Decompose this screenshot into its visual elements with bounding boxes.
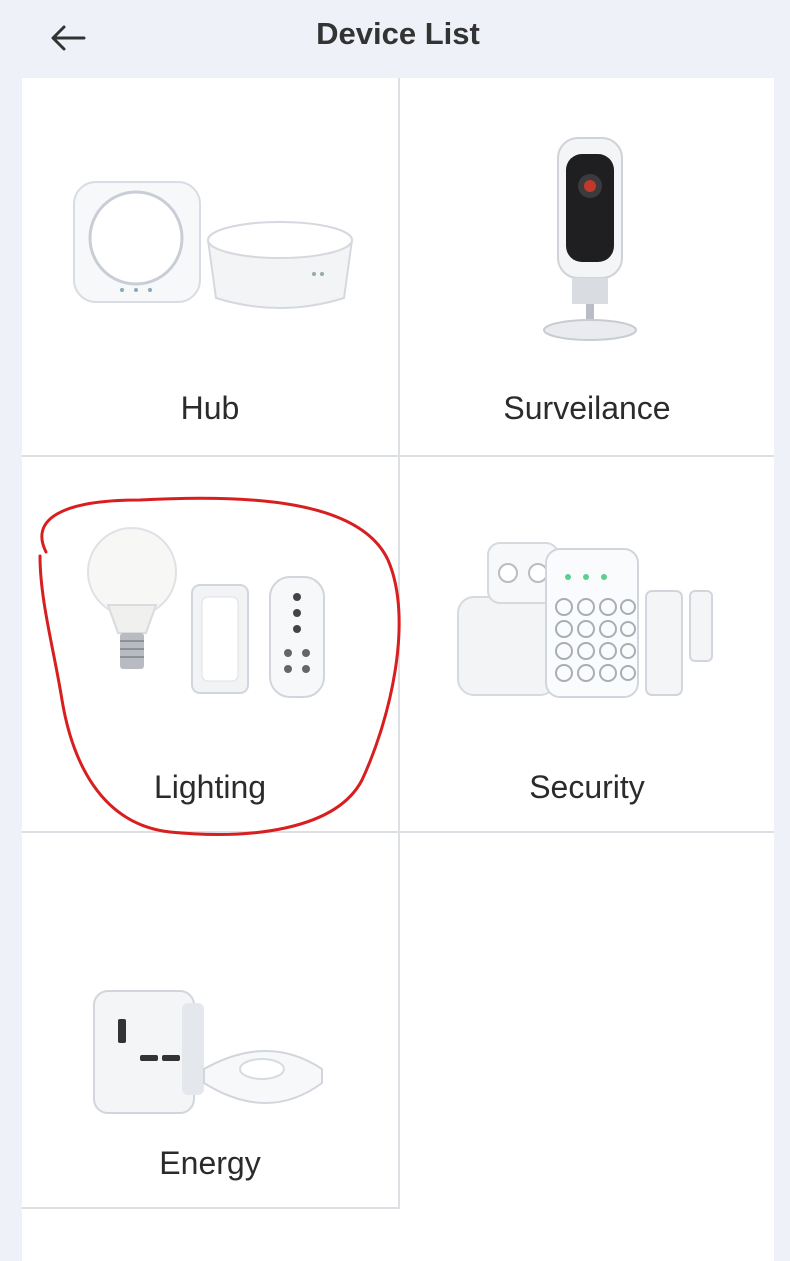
energy-device-icon: [22, 833, 398, 1133]
hub-device-icon: [22, 78, 398, 378]
camera-device-icon: [400, 78, 774, 378]
category-tile-security[interactable]: Security: [400, 457, 774, 831]
device-category-grid: Hub Surveilance Lighting Security Energy: [22, 78, 774, 1261]
category-label-hub: Hub: [180, 390, 240, 426]
security-device-icon: [400, 457, 774, 757]
category-label-energy: Energy: [159, 1145, 261, 1181]
category-label-surveilance: Surveilance: [503, 390, 671, 426]
category-label-lighting: Lighting: [153, 769, 267, 805]
right-margin: [774, 0, 790, 1261]
category-tile-lighting[interactable]: Lighting: [22, 457, 398, 831]
top-bar: Device List: [22, 0, 774, 78]
grid-divider-vertical: [398, 78, 400, 1207]
page-title: Device List: [316, 16, 480, 51]
category-tile-surveilance[interactable]: Surveilance: [400, 78, 774, 455]
grid-divider-row-2: [22, 831, 774, 833]
category-tile-hub[interactable]: Hub: [22, 78, 398, 455]
grid-divider-row-1: [22, 455, 774, 457]
left-margin: [0, 0, 22, 1261]
lighting-device-icon: [22, 457, 398, 757]
grid-divider-row-3: [22, 1207, 400, 1209]
category-tile-energy[interactable]: Energy: [22, 833, 398, 1207]
category-label-security: Security: [529, 769, 645, 805]
